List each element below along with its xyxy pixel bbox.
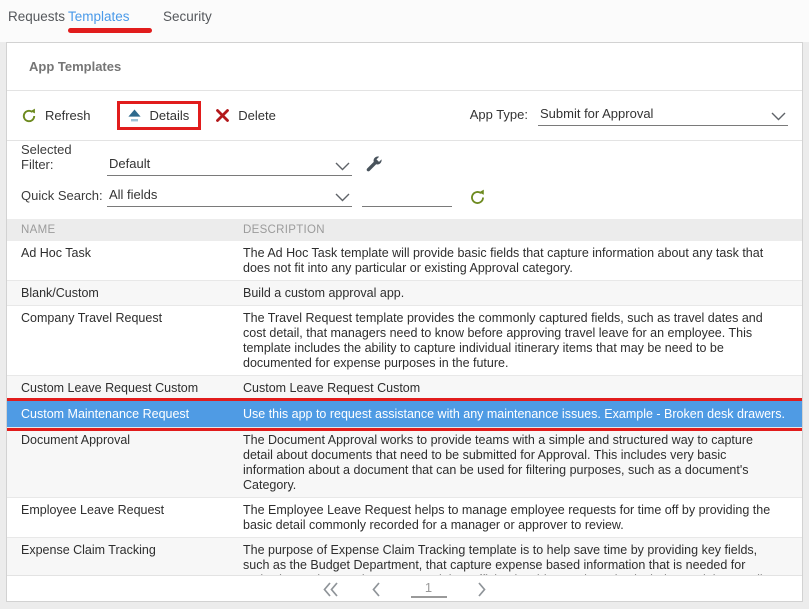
quick-search-label: Quick Search: (21, 188, 107, 207)
quick-search-input[interactable] (362, 188, 452, 207)
selected-filter-label: Selected Filter: (21, 142, 107, 176)
app-type-group: App Type: Submit for Approval (470, 106, 788, 126)
app-templates-panel: App Templates Refresh Details (6, 42, 803, 602)
app-type-label: App Type: (470, 107, 528, 126)
row-name: Ad Hoc Task (7, 245, 243, 276)
search-refresh-icon (469, 189, 486, 206)
chevron-down-icon (335, 193, 350, 202)
double-chevron-left-icon (321, 581, 341, 598)
row-description: The Document Approval works to provide t… (243, 432, 802, 493)
delete-button-label: Delete (238, 108, 276, 123)
tab-security[interactable]: Security (163, 9, 212, 24)
tab-requests-label: Requests (8, 9, 65, 24)
quick-search-field-value: All fields (109, 187, 157, 202)
selected-filter-select[interactable]: Default (107, 156, 352, 176)
tab-requests[interactable]: Requests (8, 9, 68, 24)
chevron-right-icon (475, 581, 489, 598)
page-title: App Templates (29, 59, 121, 74)
chevron-down-icon (771, 112, 786, 121)
table-row[interactable]: Employee Leave Request The Employee Leav… (7, 498, 802, 538)
selected-filter-row: Selected Filter: Default (21, 148, 788, 176)
table-row[interactable]: Document Approval The Document Approval … (7, 428, 802, 498)
quick-search-row: Quick Search: All fields (21, 179, 788, 207)
refresh-icon (21, 108, 37, 124)
row-description: The Travel Request template provides the… (243, 310, 802, 371)
row-description: Custom Leave Request Custom (243, 380, 802, 396)
delete-icon (215, 108, 230, 123)
panel-header: App Templates (7, 43, 802, 91)
wrench-icon (365, 156, 383, 174)
details-button[interactable]: Details (127, 108, 190, 123)
refresh-button[interactable]: Refresh (21, 108, 91, 124)
row-description: The Ad Hoc Task template will provide ba… (243, 245, 802, 276)
row-name: Expense Claim Tracking (7, 542, 243, 575)
table-header: NAME DESCRIPTION (7, 219, 802, 241)
details-icon (127, 108, 142, 123)
row-description: The purpose of Expense Claim Tracking te… (243, 542, 802, 575)
row-description: Use this app to request assistance with … (243, 406, 802, 422)
tab-templates[interactable]: Templates (68, 9, 152, 24)
table-body: Ad Hoc Task The Ad Hoc Task template wil… (7, 241, 802, 575)
table-row[interactable]: Ad Hoc Task The Ad Hoc Task template wil… (7, 241, 802, 281)
table-row[interactable]: Blank/Custom Build a custom approval app… (7, 281, 802, 306)
app-type-value: Submit for Approval (540, 106, 653, 121)
row-name: Blank/Custom (7, 285, 243, 301)
toolbar: Refresh Details Delete A (7, 91, 802, 141)
table-row[interactable]: Company Travel Request The Travel Reques… (7, 306, 802, 376)
row-name: Custom Leave Request Custom (7, 380, 243, 396)
tab-templates-label: Templates (68, 9, 130, 24)
active-tab-underline-annotation (68, 28, 152, 33)
column-header-name[interactable]: NAME (7, 224, 243, 236)
tab-bar: Requests Templates Security (0, 0, 809, 42)
prev-page-button[interactable] (369, 581, 383, 598)
first-page-button[interactable] (321, 581, 341, 598)
details-annotation-box: Details (117, 101, 202, 130)
row-name: Custom Maintenance Request (7, 406, 243, 422)
row-name: Document Approval (7, 432, 243, 493)
table-row[interactable]: Expense Claim Tracking The purpose of Ex… (7, 538, 802, 575)
chevron-down-icon (335, 162, 350, 171)
chevron-left-icon (369, 581, 383, 598)
quick-search-field-select[interactable]: All fields (107, 187, 352, 207)
row-name: Employee Leave Request (7, 502, 243, 533)
app-type-select[interactable]: Submit for Approval (538, 106, 788, 126)
row-description: Build a custom approval app. (243, 285, 802, 301)
table-row-selected[interactable]: Custom Maintenance Request Use this app … (7, 401, 802, 428)
column-header-description[interactable]: DESCRIPTION (243, 224, 802, 236)
filter-settings-button[interactable] (365, 156, 383, 176)
table-row[interactable]: Custom Leave Request Custom Custom Leave… (7, 376, 802, 401)
row-description: The Employee Leave Request helps to mana… (243, 502, 802, 533)
page-number-input[interactable] (411, 580, 447, 598)
tab-security-label: Security (163, 9, 212, 24)
pagination-bar (7, 575, 802, 601)
refresh-button-label: Refresh (45, 108, 91, 123)
details-button-label: Details (150, 108, 190, 123)
quick-search-refresh-button[interactable] (469, 189, 486, 207)
selected-filter-value: Default (109, 156, 150, 171)
delete-button[interactable]: Delete (215, 108, 276, 123)
next-page-button[interactable] (475, 581, 489, 598)
row-name: Company Travel Request (7, 310, 243, 371)
filter-section: Selected Filter: Default Quick Search: A… (7, 141, 802, 219)
